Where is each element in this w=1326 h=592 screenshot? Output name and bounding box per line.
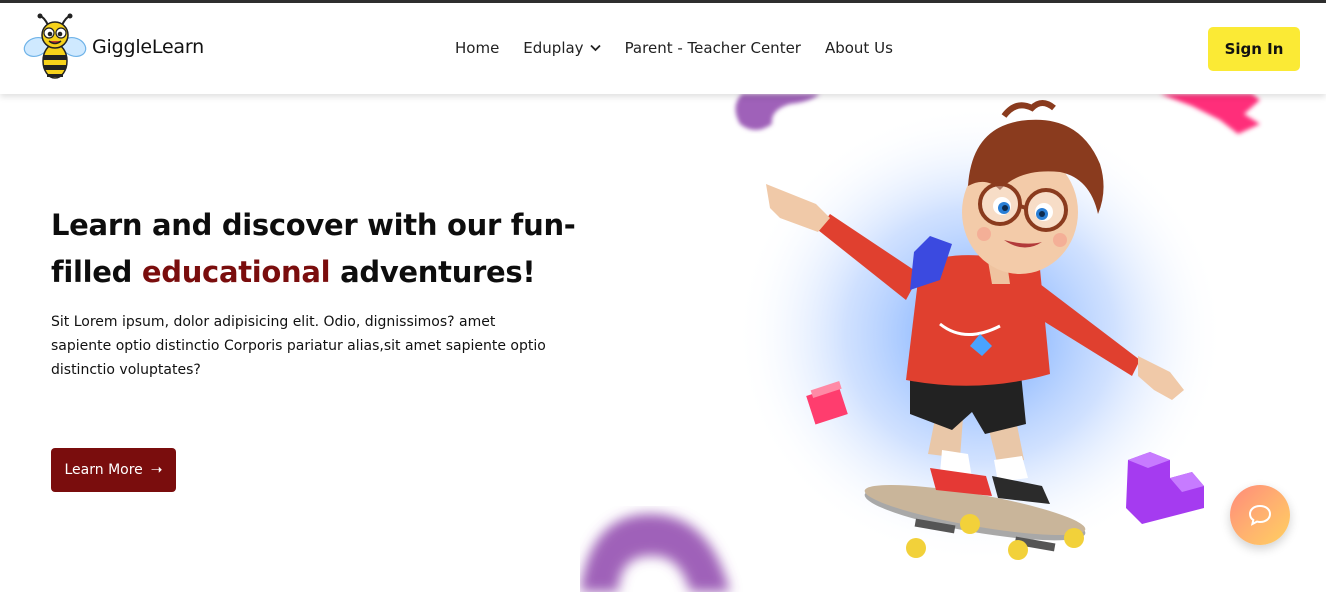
headline-accent: educational <box>141 255 331 289</box>
nav-item-parent-teacher-center[interactable]: Parent - Teacher Center <box>625 39 801 57</box>
nav-item-eduplay[interactable]: Eduplay <box>523 39 601 57</box>
nav-item-about-us[interactable]: About Us <box>825 39 893 57</box>
nav-item-label: Eduplay <box>523 39 584 57</box>
bee-icon <box>23 13 87 79</box>
pink-shape-top-right <box>1160 94 1260 134</box>
learn-more-label: Learn More <box>64 462 143 478</box>
site-header: GiggleLearn Home Eduplay Parent - Teache… <box>0 3 1326 94</box>
chevron-down-icon <box>589 44 601 52</box>
brand-logo[interactable]: GiggleLearn <box>22 13 204 81</box>
hero-headline: Learn and discover with our fun-filled e… <box>51 202 581 296</box>
main-nav: Home Eduplay Parent - Teacher Center Abo… <box>455 39 917 57</box>
purple-block <box>1126 452 1204 524</box>
nav-item-label: Home <box>455 39 500 57</box>
sign-in-button[interactable]: Sign In <box>1208 27 1300 71</box>
learn-more-button[interactable]: Learn More ➝ <box>51 448 176 492</box>
nav-item-label: About Us <box>824 39 893 57</box>
purple-blob-top <box>735 94 820 130</box>
hero-section: Learn and discover with our fun-filled e… <box>0 94 1326 592</box>
nav-item-label: Parent - Teacher Center <box>624 39 801 57</box>
nav-item-home[interactable]: Home <box>455 39 499 57</box>
arrow-right-icon: ➝ <box>150 462 163 478</box>
headline-text-end: adventures! <box>340 255 536 289</box>
purple-ring-bottom <box>580 514 730 592</box>
chat-button[interactable] <box>1230 485 1290 545</box>
hero-description: Sit Lorem ipsum, dolor adipisicing elit.… <box>51 314 546 378</box>
chat-bubble-icon <box>1248 504 1272 526</box>
skateboarding-boy-illustration <box>580 94 1260 592</box>
brand-name: GiggleLearn <box>92 36 204 58</box>
